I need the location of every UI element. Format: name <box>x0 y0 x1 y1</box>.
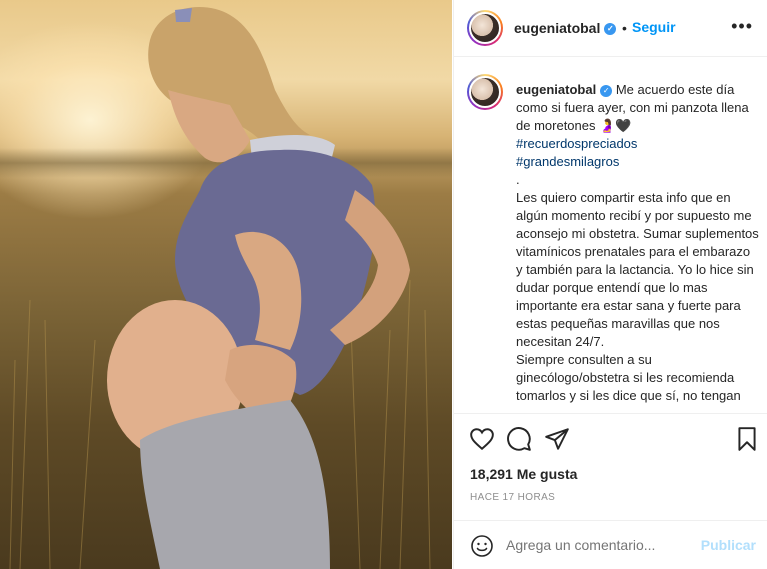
smiley-icon[interactable] <box>470 534 494 558</box>
comment-bar: Publicar <box>454 520 767 569</box>
more-options-icon[interactable]: ••• <box>731 16 753 37</box>
caption-username[interactable]: eugeniatobal <box>516 82 596 97</box>
post-timestamp[interactable]: HACE 17 HORAS <box>470 492 555 503</box>
verified-badge-icon: ✓ <box>604 23 617 36</box>
caption-paragraph: Siempre consulten a su ginecólogo/obstet… <box>516 352 741 403</box>
likes-count[interactable]: 18,291 Me gusta <box>470 466 577 482</box>
caption-text: eugeniatobal ✓ Me acuerdo este día como s… <box>516 81 760 405</box>
username-link[interactable]: eugeniatobal ✓ <box>514 20 617 36</box>
caption-area[interactable]: eugeniatobal ✓ Me acuerdo este día como s… <box>454 57 767 413</box>
post-photo[interactable] <box>0 0 452 569</box>
publish-button[interactable]: Publicar <box>701 537 756 553</box>
verified-badge-icon: ✓ <box>600 84 613 97</box>
caption-avatar[interactable] <box>467 74 503 110</box>
post-actions <box>454 413 767 463</box>
hashtag-link[interactable]: #grandesmilagros <box>516 153 760 171</box>
avatar[interactable] <box>467 10 503 46</box>
heart-icon[interactable] <box>469 426 495 452</box>
paper-plane-icon[interactable] <box>544 426 570 452</box>
hashtag-link[interactable]: #recuerdospreciados <box>516 135 760 153</box>
comment-icon[interactable] <box>506 426 532 452</box>
pregnant-woman-figure <box>9 7 431 569</box>
caption-paragraph: Les quiero compartir esta info que en al… <box>516 190 759 349</box>
follow-button[interactable]: Seguir <box>632 19 676 35</box>
comment-input[interactable] <box>506 537 696 553</box>
bookmark-icon[interactable] <box>734 426 760 452</box>
post-header: eugeniatobal ✓ • Seguir ••• <box>454 0 767 57</box>
caption-dot: . <box>516 172 520 187</box>
separator-dot: • <box>622 20 627 36</box>
post-side-panel: eugeniatobal ✓ • Seguir ••• eugeniatobal ✓… <box>453 0 767 569</box>
